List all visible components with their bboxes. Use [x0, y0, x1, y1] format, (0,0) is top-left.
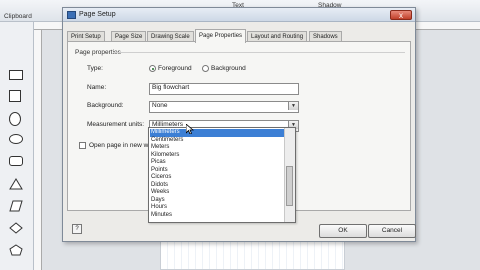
- cancel-button[interactable]: Cancel: [368, 224, 416, 238]
- name-input[interactable]: Big flowchart: [149, 83, 299, 95]
- units-dropdown-list: Millimeters Centimeters Meters Kilometer…: [148, 127, 296, 223]
- triangle-shape-icon[interactable]: [9, 178, 23, 190]
- unit-option-millimeters[interactable]: Millimeters: [150, 129, 285, 137]
- unit-option-hours[interactable]: Hours: [150, 204, 285, 212]
- name-label: Name:: [87, 84, 107, 91]
- shapes-pane: [0, 22, 34, 270]
- ok-button[interactable]: OK: [319, 224, 367, 238]
- pentagon-shape-icon[interactable]: [9, 244, 23, 256]
- open-page-checkbox[interactable]: [79, 142, 86, 149]
- unit-option-meters[interactable]: Meters: [150, 144, 285, 152]
- unit-option-centimeters[interactable]: Centimeters: [150, 137, 285, 145]
- square-shape-icon[interactable]: [9, 90, 21, 102]
- open-page-label: Open page in new w: [89, 142, 149, 149]
- background-select-value: None: [152, 102, 168, 109]
- circle-shape-icon[interactable]: [9, 134, 23, 144]
- clipboard-group-label: Clipboard: [4, 13, 32, 20]
- mouse-pointer-icon: [186, 124, 194, 134]
- scrollbar-thumb[interactable]: [286, 166, 293, 206]
- unit-option-weeks[interactable]: Weeks: [150, 189, 285, 197]
- dialog-titlebar[interactable]: Page Setup x: [63, 8, 415, 22]
- rectangle-shape-icon[interactable]: [9, 70, 23, 80]
- unit-option-kilometers[interactable]: Kilometers: [150, 152, 285, 160]
- background-select[interactable]: None ▼: [149, 101, 299, 113]
- foreground-label[interactable]: Foreground: [158, 65, 192, 72]
- app-icon: [67, 11, 76, 19]
- background-radio[interactable]: [202, 65, 209, 72]
- background-type-label[interactable]: Background: [211, 65, 246, 72]
- group-divider: [113, 52, 405, 53]
- close-icon[interactable]: x: [390, 10, 412, 20]
- unit-option-points[interactable]: Points: [150, 167, 285, 175]
- help-icon[interactable]: ?: [72, 224, 82, 234]
- tab-page-properties[interactable]: Page Properties: [195, 29, 247, 43]
- measurement-units-label: Measurement units:: [87, 121, 145, 128]
- foreground-radio[interactable]: [149, 65, 156, 72]
- unit-option-minutes[interactable]: Minutes: [150, 212, 285, 220]
- dropdown-scrollbar[interactable]: [284, 128, 295, 222]
- vertical-ruler: [34, 30, 42, 270]
- unit-option-days[interactable]: Days: [150, 197, 285, 205]
- unit-option-ciceros[interactable]: Ciceros: [150, 174, 285, 182]
- unit-option-didots[interactable]: Didots: [150, 182, 285, 190]
- tab-strip: Print Setup Page Size Drawing Scale Page…: [67, 29, 411, 43]
- background-label: Background:: [87, 102, 124, 109]
- dialog-title: Page Setup: [79, 11, 116, 18]
- ellipse-shape-icon[interactable]: [9, 112, 21, 126]
- type-label: Type:: [87, 65, 103, 72]
- parallelogram-shape-icon[interactable]: [9, 200, 23, 212]
- chevron-down-icon[interactable]: ▼: [288, 102, 298, 110]
- rounded-rect-shape-icon[interactable]: [9, 156, 23, 166]
- diamond-shape-icon[interactable]: [9, 222, 23, 234]
- unit-option-picas[interactable]: Picas: [150, 159, 285, 167]
